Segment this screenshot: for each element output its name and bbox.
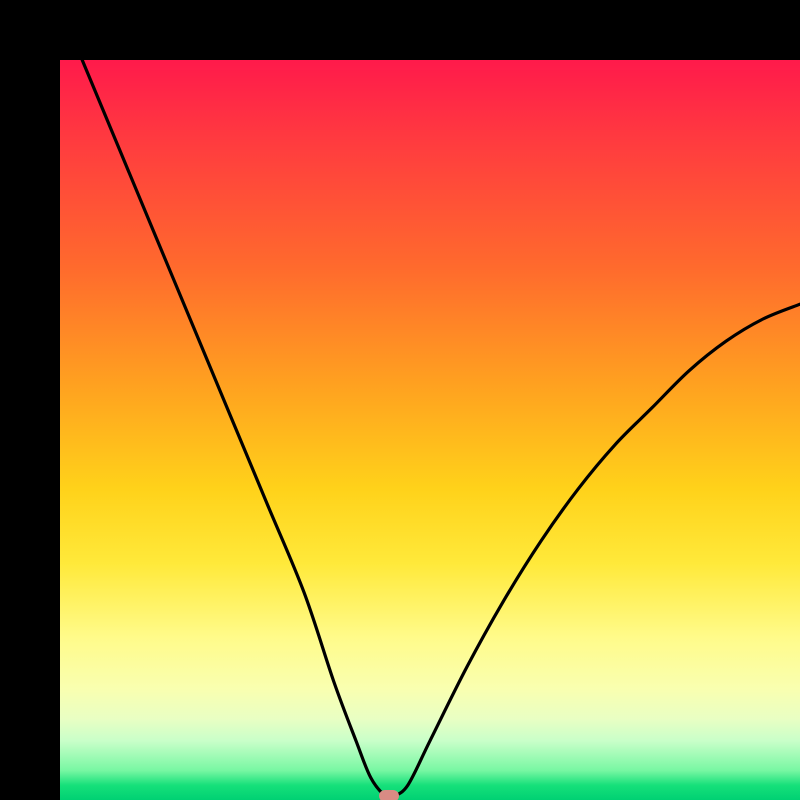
bottleneck-curve	[82, 60, 800, 798]
curve-svg	[60, 60, 800, 800]
chart-frame	[0, 0, 800, 800]
optimal-marker-icon	[379, 790, 399, 800]
plot-area	[60, 60, 800, 800]
